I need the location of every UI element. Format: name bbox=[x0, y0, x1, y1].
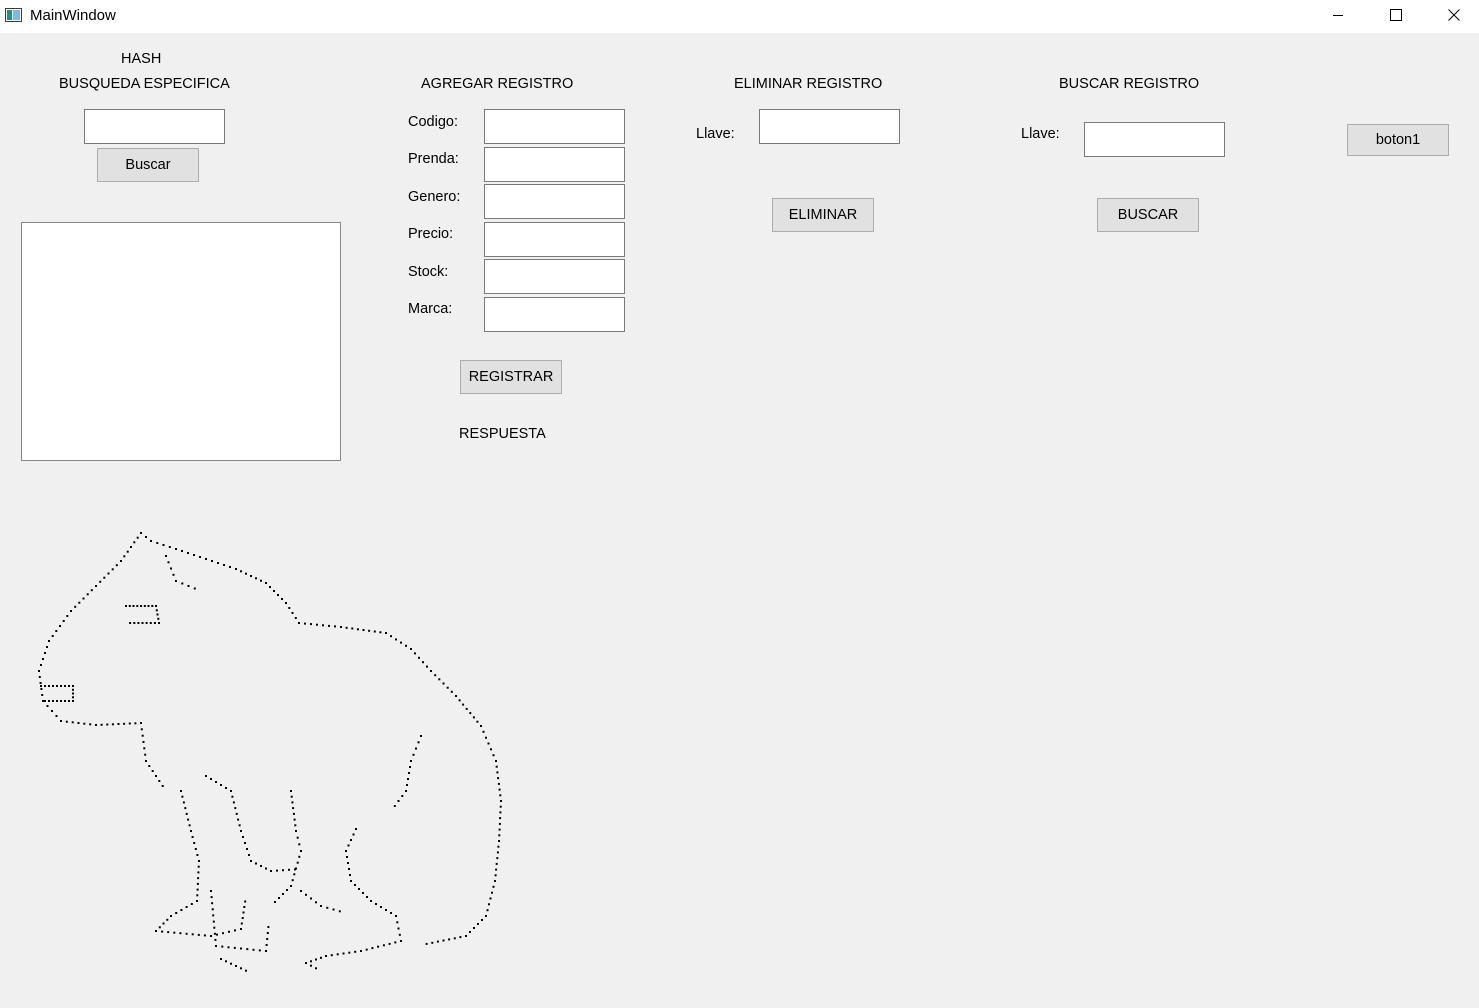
buscar-button[interactable]: Buscar bbox=[97, 148, 199, 182]
codigo-label: Codigo: bbox=[408, 114, 458, 130]
genero-label: Genero: bbox=[408, 189, 461, 205]
title-bar: MainWindow bbox=[0, 0, 1479, 33]
dotted-dog-drawing-icon bbox=[38, 532, 502, 972]
buscar-registro-title: BUSCAR REGISTRO bbox=[1059, 76, 1200, 92]
respuesta-label: RESPUESTA bbox=[459, 426, 546, 442]
marca-input[interactable] bbox=[484, 297, 625, 332]
registrar-button[interactable]: REGISTRAR bbox=[460, 360, 562, 394]
agregar-title: AGREGAR REGISTRO bbox=[421, 76, 574, 92]
close-icon bbox=[1448, 9, 1460, 21]
minimize-button[interactable] bbox=[1309, 0, 1367, 30]
maximize-icon bbox=[1390, 9, 1402, 21]
genero-input[interactable] bbox=[484, 184, 625, 219]
hash-title: HASH bbox=[121, 51, 162, 67]
boton1-button[interactable]: boton1 bbox=[1347, 124, 1449, 156]
prenda-input[interactable] bbox=[484, 147, 625, 182]
buscar-registro-button[interactable]: BUSCAR bbox=[1097, 198, 1199, 232]
precio-input[interactable] bbox=[484, 222, 625, 257]
marca-label: Marca: bbox=[408, 301, 453, 317]
codigo-input[interactable] bbox=[484, 109, 625, 144]
buscar-key-label: Llave: bbox=[1021, 126, 1060, 142]
results-listbox[interactable] bbox=[21, 222, 341, 461]
stock-input[interactable] bbox=[484, 259, 625, 294]
app-window-icon bbox=[5, 8, 22, 22]
hash-search-input[interactable] bbox=[84, 109, 225, 144]
precio-label: Precio: bbox=[408, 226, 454, 242]
eliminar-title: ELIMINAR REGISTRO bbox=[734, 76, 883, 92]
window-title: MainWindow bbox=[30, 7, 116, 24]
eliminar-key-input[interactable] bbox=[759, 109, 900, 144]
maximize-button[interactable] bbox=[1367, 0, 1425, 30]
prenda-label: Prenda: bbox=[408, 151, 459, 167]
eliminar-button[interactable]: ELIMINAR bbox=[772, 198, 874, 232]
hash-subtitle: BUSQUEDA ESPECIFICA bbox=[59, 76, 230, 92]
buscar-key-input[interactable] bbox=[1084, 122, 1225, 157]
close-button[interactable] bbox=[1425, 0, 1479, 30]
minimize-icon bbox=[1333, 15, 1343, 16]
stock-label: Stock: bbox=[408, 264, 449, 280]
eliminar-key-label: Llave: bbox=[696, 126, 735, 142]
